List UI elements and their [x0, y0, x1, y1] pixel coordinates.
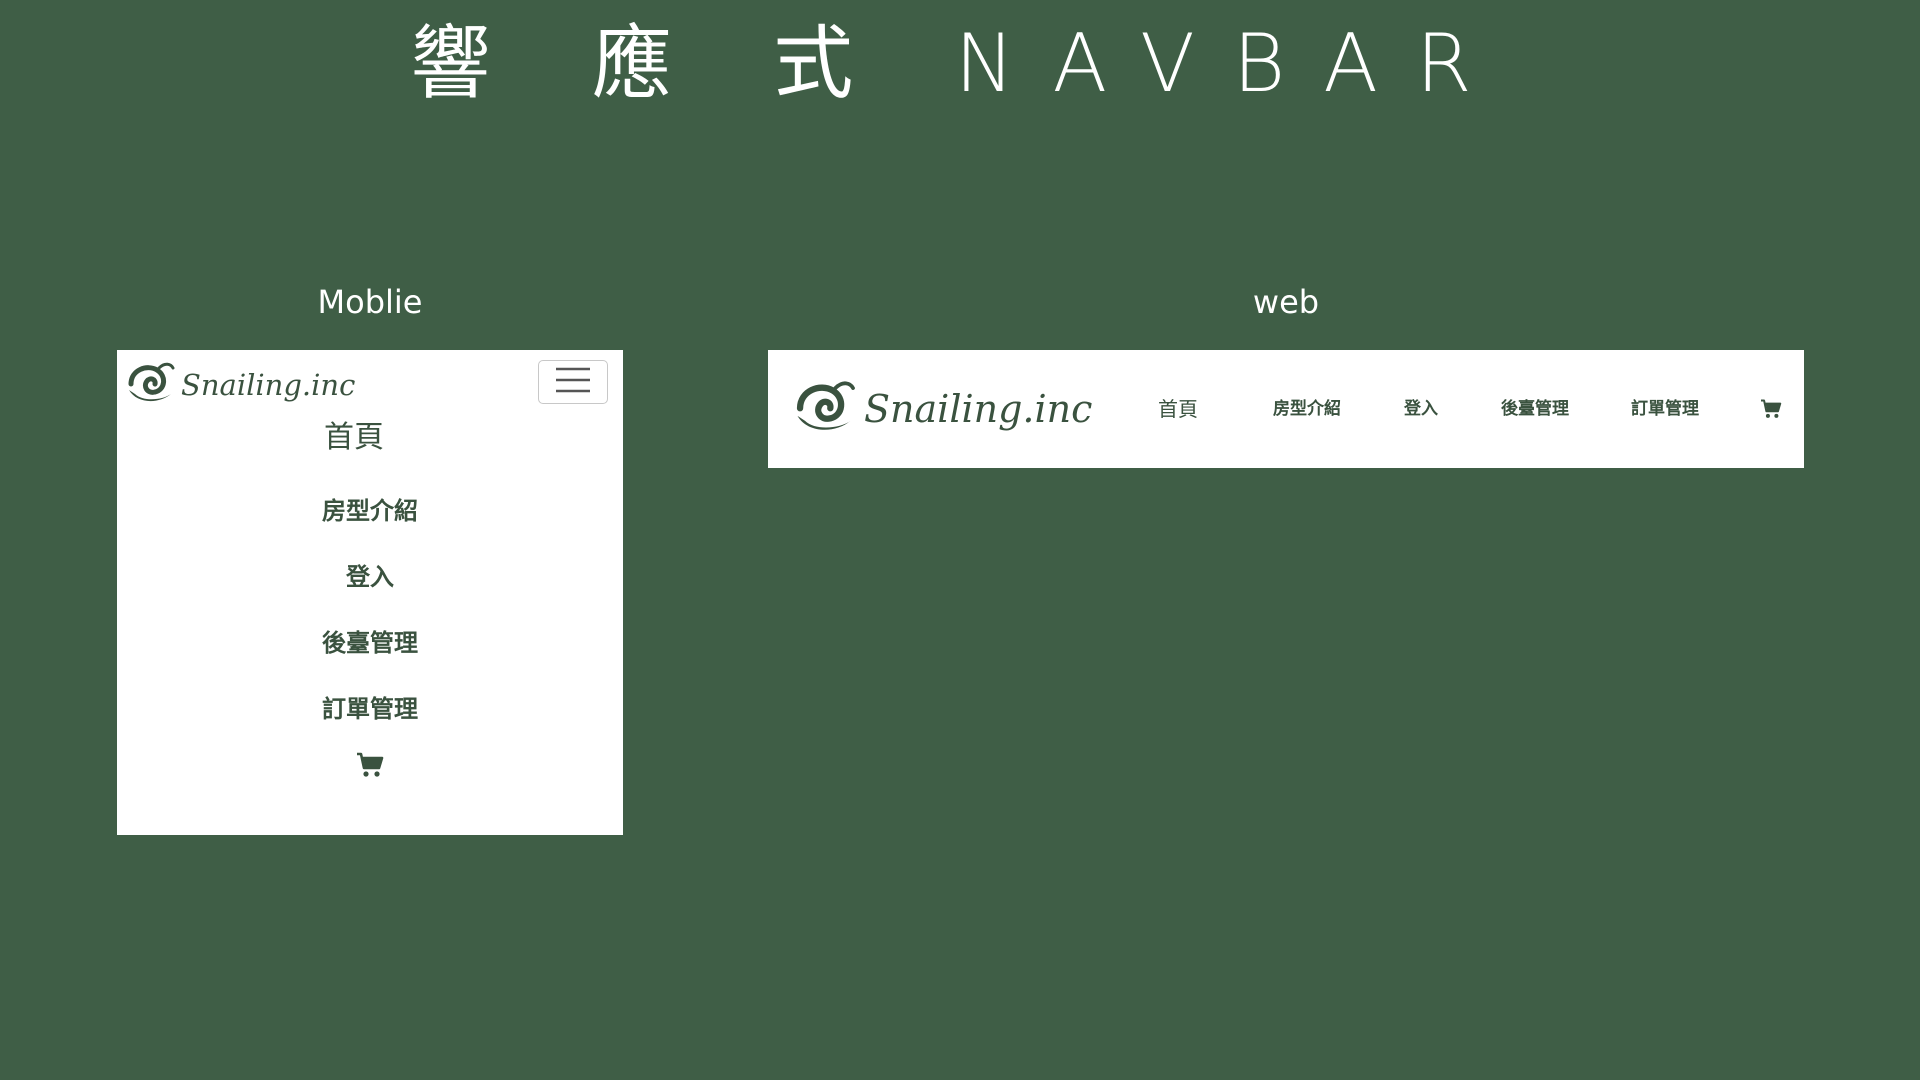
- shopping-cart-icon: [1760, 399, 1782, 423]
- cart-link[interactable]: [1760, 399, 1782, 419]
- nav-item-orders[interactable]: 訂單管理: [117, 676, 623, 742]
- web-nav-menu: 首頁 房型介紹 登入 後臺管理 訂單管理: [768, 350, 1804, 468]
- nav-item-admin[interactable]: 後臺管理: [1501, 350, 1569, 468]
- brand-name: Snailing.inc: [181, 368, 356, 402]
- mobile-section-label: Moblie: [317, 283, 423, 321]
- page-title: 響 應 式 NAVBAR: [410, 17, 1510, 110]
- web-navbar-mockup: Snailing.inc 首頁 房型介紹 登入 後臺管理 訂單管理: [768, 350, 1804, 468]
- nav-item-room-types[interactable]: 房型介紹: [117, 478, 623, 544]
- nav-item-admin[interactable]: 後臺管理: [117, 610, 623, 676]
- nav-item-home[interactable]: 首頁: [101, 414, 607, 478]
- brand-logo-link[interactable]: Snailing.inc: [125, 360, 355, 410]
- mobile-nav-menu: 首頁 房型介紹 登入 後臺管理 訂單管理: [117, 414, 623, 792]
- nav-item-home[interactable]: 首頁: [1158, 350, 1198, 468]
- nav-item-room-types[interactable]: 房型介紹: [1273, 350, 1341, 468]
- web-section-label: web: [1252, 283, 1320, 321]
- shopping-cart-icon: [356, 752, 384, 782]
- nav-item-orders[interactable]: 訂單管理: [1631, 350, 1699, 468]
- nav-item-login[interactable]: 登入: [1404, 350, 1438, 468]
- nav-item-login[interactable]: 登入: [117, 544, 623, 610]
- mobile-navbar-mockup: Snailing.inc 首頁 房型介紹 登入 後臺管理 訂單管理: [117, 350, 623, 835]
- navbar-toggler-button[interactable]: [538, 360, 608, 404]
- snail-shell-icon: [125, 360, 175, 410]
- cart-link[interactable]: [117, 742, 623, 792]
- hamburger-menu-icon: [554, 365, 592, 399]
